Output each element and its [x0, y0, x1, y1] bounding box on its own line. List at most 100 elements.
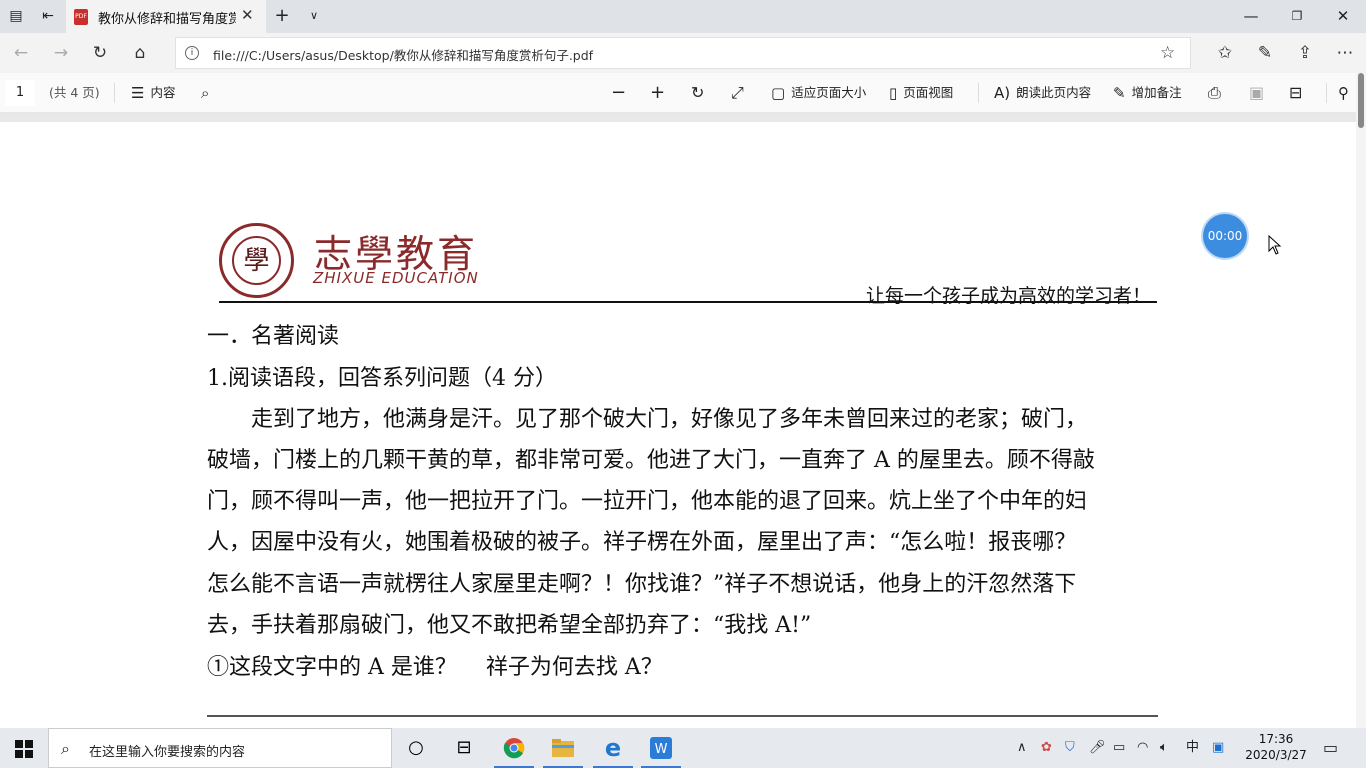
- chrome-icon[interactable]: [490, 728, 538, 768]
- show-hidden-icons-chevron[interactable]: ∧: [1017, 738, 1027, 758]
- input-method-indicator[interactable]: 中: [1186, 738, 1199, 758]
- read-aloud-button[interactable]: A) 朗读此页内容: [994, 84, 1091, 102]
- clock-date: 2020/3/27: [1245, 748, 1307, 762]
- fit-page-icon: ▢: [771, 84, 786, 102]
- brand-name-english: ZHIXUE EDUCATION: [313, 269, 479, 287]
- back-icon[interactable]: ←: [10, 42, 32, 64]
- microphone-icon[interactable]: 🎤︎: [1089, 738, 1106, 758]
- edge-icon[interactable]: e: [589, 728, 637, 768]
- passage-line: 去，手扶着那扇破门，他又不敢把希望全部扔弃了：“我找 A!”: [207, 613, 812, 638]
- refresh-icon[interactable]: ↻: [89, 42, 111, 64]
- passage-line: 破墙，门楼上的几颗干黄的草，都非常可爱。他进了大门，一直奔了 A 的屋里去。顾不…: [207, 448, 1095, 473]
- close-window-icon[interactable]: ✕: [1320, 0, 1366, 33]
- page-view-button[interactable]: ▯ 页面视图: [889, 84, 953, 102]
- header-rule: [219, 301, 1157, 303]
- pdf-icon: PDF: [74, 9, 88, 25]
- url-text: file:///C:/Users/asus/Desktop/教你从修辞和描写角度…: [213, 48, 594, 63]
- page-number-input[interactable]: 1: [5, 80, 35, 106]
- clock-time: 17:36: [1258, 732, 1294, 746]
- close-tab-icon[interactable]: ✕: [241, 6, 254, 24]
- svg-text:W: W: [655, 742, 668, 757]
- save-as-icon[interactable]: ⊟: [1289, 84, 1302, 102]
- pen-icon: ✎: [1113, 84, 1126, 102]
- battery-icon[interactable]: ▭: [1113, 738, 1125, 758]
- school-seal-logo: 學: [219, 223, 294, 298]
- passage-line: 走到了地方，他满身是汗。见了那个破大门，好像见了多年未曾回来过的老家；破门，: [207, 407, 1088, 432]
- tab-title: 教你从修辞和描写角度赏析句子.pdf: [98, 12, 236, 26]
- app-tray-icon[interactable]: ✿: [1041, 738, 1052, 758]
- page-total: (共 4 页): [49, 85, 100, 100]
- viewer-gap: [0, 113, 1356, 122]
- search-icon[interactable]: ⌕: [201, 84, 215, 102]
- favorite-star-icon[interactable]: ☆: [1160, 43, 1175, 63]
- read-aloud-icon: A): [994, 84, 1011, 102]
- notification-center-icon[interactable]: ▭: [1323, 738, 1338, 758]
- page-view-icon: ▯: [889, 84, 898, 102]
- user-tray-icon[interactable]: ▣: [1212, 738, 1224, 758]
- home-icon[interactable]: ⌂: [129, 42, 151, 64]
- scrollbar-thumb[interactable]: [1358, 73, 1364, 128]
- fullscreen-icon[interactable]: ⤢: [731, 84, 744, 102]
- print-icon[interactable]: ⎙: [1208, 84, 1221, 102]
- task-view-icon[interactable]: ⊟: [440, 728, 488, 768]
- fit-page-button[interactable]: ▢ 适应页面大小: [771, 84, 866, 102]
- wps-icon[interactable]: W: [637, 728, 685, 768]
- contents-label: 内容: [150, 85, 176, 100]
- windows-start-icon[interactable]: [15, 740, 33, 758]
- taskbar-search-box[interactable]: ⌕ 在这里输入你要搜索的内容: [48, 728, 392, 768]
- question-heading: 1.阅读语段，回答系列问题（4 分）: [207, 366, 557, 391]
- share-icon[interactable]: ⇪: [1294, 42, 1316, 64]
- new-tab-icon[interactable]: +: [274, 7, 290, 25]
- passage-line: 怎么能不言语一声就楞往人家屋里走啊？！你找谁？”祥子不想说话，他身上的汗忽然落下: [207, 572, 1077, 597]
- tab-preview-chevron-icon[interactable]: ∨: [306, 8, 322, 24]
- address-bar-row: ← → ↻ ⌂ i file:///C:/Users/asus/Desktop/…: [0, 33, 1366, 73]
- passage-line: 人，因屋中没有火，她围着极破的被子。祥子楞在外面，屋里出了声：“怎么啦！报丧哪？: [207, 530, 1077, 555]
- pdf-toolbar: 1 (共 4 页) ☰ 内容 ⌕ − + ↻ ⤢ ▢ 适应页面大小 ▯ 页面视图 A)…: [0, 73, 1356, 113]
- seal-char: 學: [232, 236, 281, 285]
- toolbar-divider: [978, 83, 979, 103]
- clock[interactable]: 17:36 2020/3/27: [1240, 731, 1312, 763]
- page-view-label: 页面视图: [903, 85, 954, 100]
- contents-button[interactable]: ☰ 内容: [131, 84, 175, 102]
- zoom-in-icon[interactable]: +: [650, 84, 665, 102]
- favorites-icon[interactable]: ✩: [1214, 42, 1236, 64]
- toolbar-divider: [114, 83, 115, 103]
- sub-question: ①这段文字中的 A 是谁？ 祥子为何去找 A？: [207, 655, 663, 680]
- recording-timer-button[interactable]: 00:00: [1203, 214, 1247, 258]
- volume-icon[interactable]: 🔈︎: [1160, 738, 1168, 758]
- file-explorer-icon[interactable]: [539, 728, 587, 768]
- site-info-icon[interactable]: i: [185, 46, 199, 60]
- zoom-out-icon[interactable]: −: [611, 84, 626, 102]
- cortana-icon[interactable]: ○: [392, 728, 440, 768]
- browser-title-bar: ▤ ⇤ PDF 教你从修辞和描写角度赏析句子.pdf ✕ + ∨ — ❐ ✕: [0, 0, 1366, 33]
- url-field[interactable]: i file:///C:/Users/asus/Desktop/教你从修辞和描写…: [175, 37, 1191, 69]
- save-icon[interactable]: ▣: [1249, 84, 1264, 102]
- section-heading: 一．名著阅读: [207, 324, 340, 349]
- pin-toolbar-icon[interactable]: ⚲: [1338, 84, 1349, 102]
- security-shield-icon[interactable]: ⛉: [1065, 738, 1075, 758]
- passage-line: 门，顾不得叫一声，他一把拉开了门。一拉开门，他本能的退了回来。炕上坐了个中年的妇: [207, 489, 1088, 514]
- add-notes-button[interactable]: ✎ 增加备注: [1113, 84, 1182, 102]
- taskbar: ⌕ 在这里输入你要搜索的内容 ○ ⊟ e W ∧ ✿ ⛉ 🎤︎ ▭ ◠ 🔈︎ 中…: [0, 728, 1366, 768]
- minimize-icon[interactable]: —: [1228, 0, 1274, 33]
- toolbar-divider: [1326, 83, 1327, 103]
- tab-actions-icon[interactable]: ▤: [8, 8, 24, 24]
- more-icon[interactable]: ⋯: [1334, 42, 1356, 64]
- tab-pdf[interactable]: PDF 教你从修辞和描写角度赏析句子.pdf ✕: [66, 0, 266, 33]
- vertical-scrollbar[interactable]: [1356, 73, 1366, 728]
- fit-page-label: 适应页面大小: [791, 85, 867, 100]
- slogan: 让每一个孩子成为高效的学习者！: [866, 285, 1152, 307]
- answer-rule: [207, 715, 1158, 717]
- add-notes-label: 增加备注: [1131, 85, 1182, 100]
- mouse-cursor-icon: [1268, 235, 1282, 255]
- taskbar-search-placeholder: 在这里输入你要搜索的内容: [89, 745, 246, 760]
- restore-icon[interactable]: ❐: [1274, 0, 1320, 33]
- network-icon[interactable]: ◠: [1137, 738, 1148, 758]
- forward-icon[interactable]: →: [50, 42, 72, 64]
- set-tabs-aside-icon[interactable]: ⇤: [40, 8, 56, 24]
- search-icon: ⌕: [61, 739, 70, 758]
- web-note-icon[interactable]: ✎: [1254, 42, 1276, 64]
- rotate-icon[interactable]: ↻: [691, 84, 704, 102]
- read-aloud-label: 朗读此页内容: [1016, 85, 1092, 100]
- list-icon: ☰: [131, 84, 145, 102]
